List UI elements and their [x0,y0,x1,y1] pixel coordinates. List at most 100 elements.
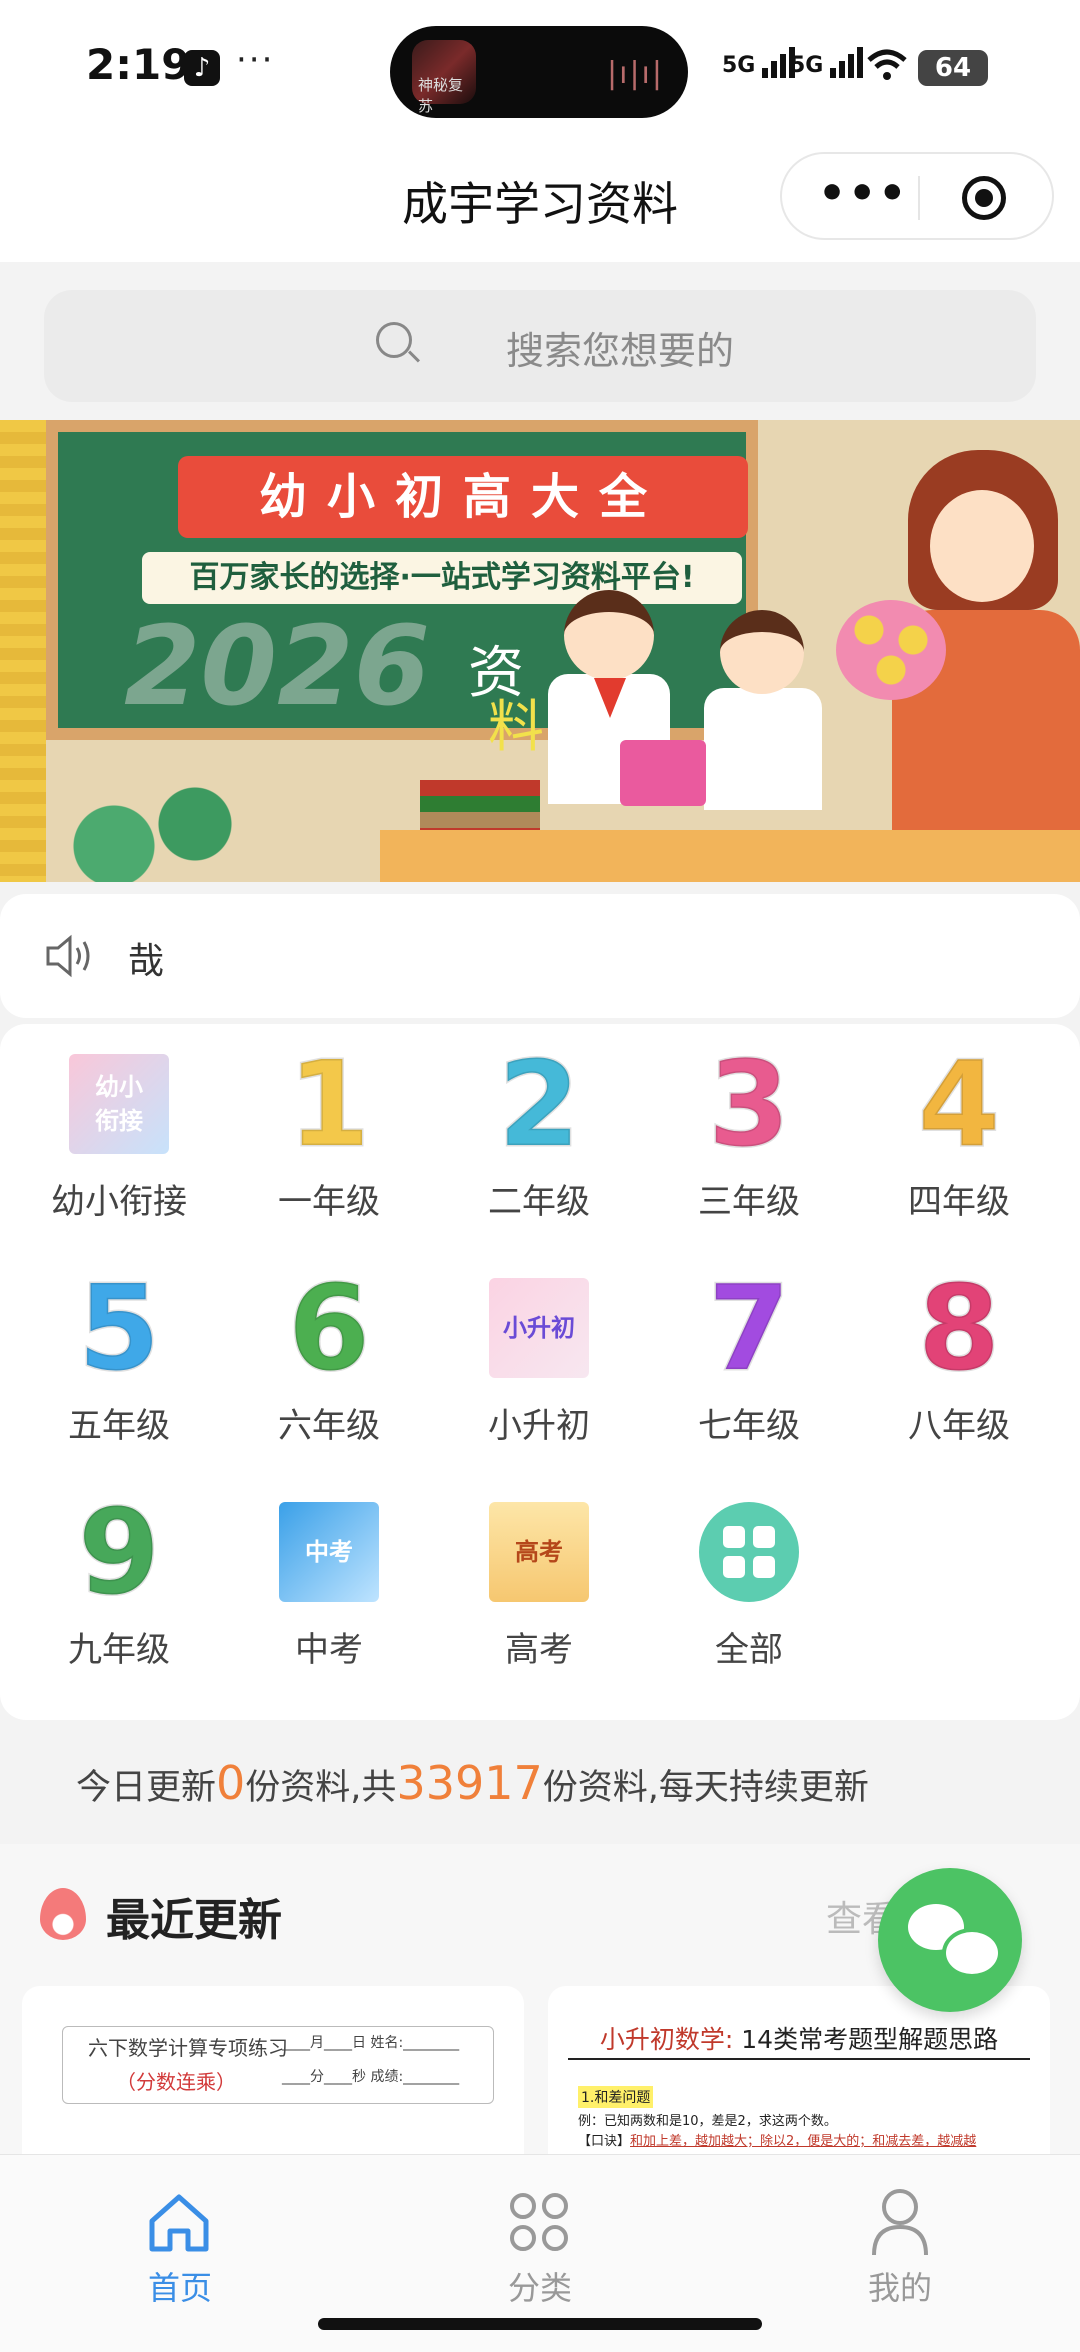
signal-bars-icon [830,47,864,78]
doc-rhyme-text: 和加上差，越加越大；除以2，便是大的；和减去差，越减越 [630,2134,977,2149]
announcement-text: 哉 [128,941,165,982]
doc-time-score-row: ____分____秒 成绩:________ [282,2069,460,2085]
grade-label: 二年级 [488,1182,590,1222]
grade-item[interactable]: 幼小 衔接 幼小衔接 [14,1024,224,1234]
grade-item[interactable]: 4 四年级 [854,1024,1064,1234]
grade-badge: 高考 [489,1502,589,1602]
search-placeholder: 搜索您想要的 [506,329,735,373]
grade-number: 1 [286,1035,371,1173]
kindergarten-bridge-icon: 幼小 衔接 [69,1054,169,1154]
grade-item[interactable]: 7 七年级 [644,1248,854,1458]
ruler-decoration [0,420,46,882]
audio-wave-icon: |ı|ı| [607,56,664,91]
grade-label: 幼小衔接 [51,1182,187,1222]
wechat-bubble [942,1928,1002,1978]
wechat-contact-button[interactable] [878,1868,1022,2012]
battery-icon: 64 [918,50,988,86]
grade-badge: 幼小 衔接 [69,1054,169,1154]
doc-title: 六下数学计算专项练习 [88,2036,288,2060]
promo-banner[interactable]: 幼小初高大全 百万家长的选择·一站式学习资料平台! 2026 资 料 [0,420,1080,882]
grade-number: 8 [916,1259,1001,1397]
grade-label: 八年级 [908,1406,1010,1446]
grade-item[interactable]: 6 六年级 [224,1248,434,1458]
user-icon [872,2189,928,2256]
doc-example: 例：已知两数和是10，差是2，求这两个数。 [578,2114,837,2129]
number-1-icon: 1 [279,1035,379,1173]
grade-item[interactable]: 9 九年级 [14,1472,224,1682]
banner-ribbon-text: 幼小初高大全 [258,469,667,525]
cellular-signal-2: 5G [790,44,864,80]
search-icon [376,322,412,358]
grade-number: 7 [706,1259,791,1397]
status-bar: 2:19 ♪ ··· 神秘复苏 |ı|ı| 5G 5G 64 [0,0,1080,140]
doc-title: 小升初数学: 14类常考题型解题思路 [548,2020,1050,2056]
doc-section-tag: 1.和差问题 [578,2086,654,2108]
grade-badge: 小升初 [489,1278,589,1378]
grade-label: 三年级 [698,1182,800,1222]
grade-label: 七年级 [698,1406,800,1446]
grade-label: 小升初 [488,1406,590,1446]
wifi-icon [867,49,907,80]
capsule-divider [918,176,920,220]
bouquet-illustration [836,600,946,700]
update-stats: 今日更新0份资料,共33917份资料,每天持续更新 [0,1720,1080,1840]
speaker-icon [46,934,90,978]
number-8-icon: 8 [909,1259,1009,1397]
grade-item[interactable]: 8 八年级 [854,1248,1064,1458]
stats-prefix: 今日更新 [76,1768,217,1808]
home-icon [149,2194,209,2252]
grade-grid: 幼小 衔接 幼小衔接 1 一年级 2 二年级 3 三年级 4 四年级 5 五年级 6 六年级 小升初 小升初 7… [0,1024,1080,1720]
grade-number: 6 [286,1259,371,1397]
grade-label: 高考 [505,1630,573,1670]
doc-subtitle: （分数连乘） [116,2070,236,2094]
grade-item[interactable]: 1 一年级 [224,1024,434,1234]
grade-item[interactable]: 中考 中考 [224,1472,434,1682]
all-grid-icon [699,1502,799,1602]
now-playing-cover: 神秘复苏 [412,40,476,115]
stats-total-count: 33917 [396,1756,543,1810]
plant-illustration [60,780,240,882]
nav-bar: 成宇学习资料 ••• [0,140,1080,262]
grade-item[interactable]: 全部 [644,1472,854,1682]
more-options-button[interactable]: ••• [818,168,908,219]
fire-icon [40,1888,86,1940]
close-mini-program-icon[interactable] [962,176,1006,220]
dynamic-island[interactable]: 神秘复苏 |ı|ı| [390,26,688,118]
tiktok-icon: ♪ [184,50,220,86]
grade-item[interactable]: 小升初 小升初 [434,1248,644,1458]
primary-to-middle-icon: 小升初 [489,1278,589,1378]
number-2-icon: 2 [489,1035,589,1173]
grade-label: 五年级 [68,1406,170,1446]
zhongkao-icon: 中考 [279,1502,379,1602]
cellular-signal-1: 5G [722,44,796,80]
grade-item[interactable]: 高考 高考 [434,1472,644,1682]
grade-badge: 中考 [279,1502,379,1602]
update-stats-line: 今日更新0份资料,共33917份资料,每天持续更新 [76,1756,869,1810]
number-5-icon: 5 [69,1268,169,1389]
recent-updates-title: 最近更新 [106,1895,282,1946]
stats-middle: 份资料,共 [245,1768,397,1808]
gift-box-illustration [620,740,706,806]
home-indicator[interactable] [318,2318,762,2330]
doc-title-red: 小升初数学: [599,2025,734,2054]
all-grid-shape [699,1502,799,1602]
search-bar[interactable]: 搜索您想要的 [44,290,1036,402]
doc-divider [568,2058,1030,2060]
banner-ribbon: 幼小初高大全 [178,456,748,538]
number-9-icon: 9 [69,1492,169,1613]
doc-rhyme-prefix: 【口诀】 [578,2134,631,2149]
gaokao-icon: 高考 [489,1502,589,1602]
grade-item[interactable]: 5 五年级 [14,1248,224,1458]
grade-item[interactable]: 2 二年级 [434,1024,644,1234]
announcement-bar[interactable]: 哉 [0,894,1080,1018]
doc-rhyme: 【口诀】和加上差，越加越大；除以2，便是大的；和减去差，越减越 [578,2130,976,2149]
grade-number: 2 [496,1035,581,1173]
banner-year: 2026 [124,602,431,730]
doc-title-black: 14类常考题型解题思路 [733,2025,999,2054]
tab-home-label: 首页 [147,2269,212,2307]
status-more: ··· [236,40,275,80]
number-7-icon: 7 [699,1259,799,1397]
grade-item[interactable]: 3 三年级 [644,1024,854,1234]
category-grid-icon [508,2191,572,2255]
number-4-icon: 4 [909,1044,1009,1165]
